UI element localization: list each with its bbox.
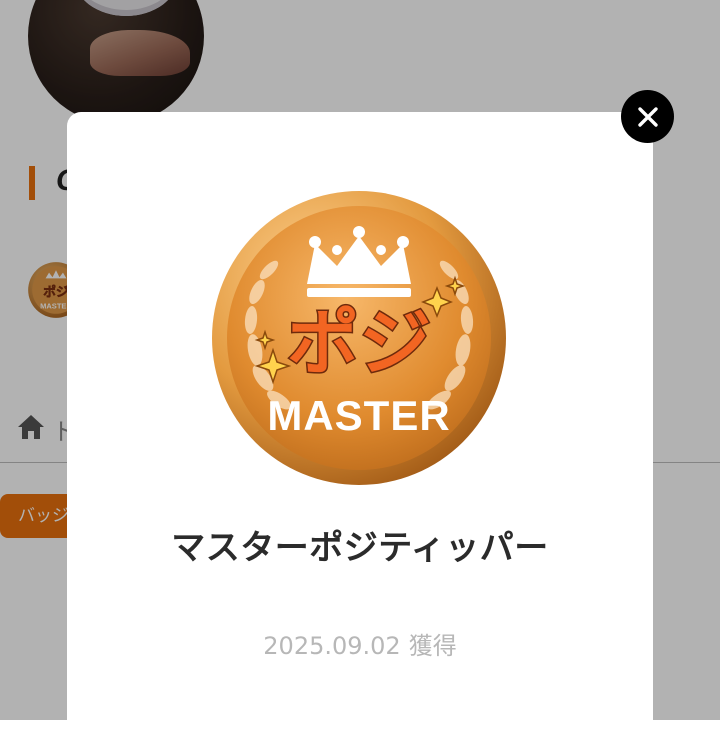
badge-logo-text: ポジ xyxy=(287,301,431,385)
badge-medal-image: ポジ MASTER xyxy=(212,191,506,485)
badge-acquired-info: 2025.09.02 獲得 xyxy=(67,626,653,661)
badge-logo-subtext: MASTER xyxy=(267,392,450,439)
close-icon xyxy=(637,106,658,127)
acquired-label: 獲得 xyxy=(408,632,457,660)
acquired-date: 2025.09.02 xyxy=(263,632,401,660)
close-button[interactable] xyxy=(621,90,674,143)
badge-title: マスターポジティッパー xyxy=(171,528,549,568)
